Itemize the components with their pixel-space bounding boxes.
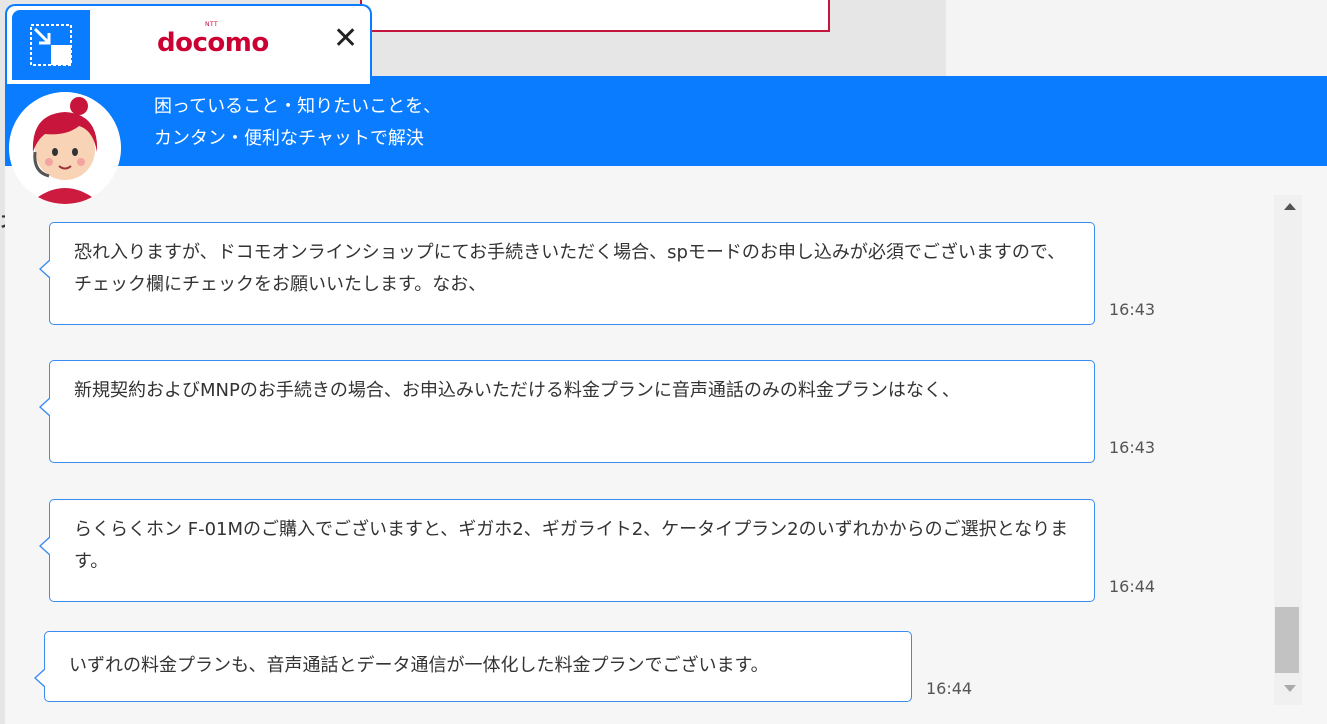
message-time-4: 16:44 [926, 679, 973, 698]
minimize-arrow-icon [30, 24, 72, 66]
minimize-button[interactable] [12, 10, 90, 80]
operator-avatar [9, 92, 121, 204]
message-text-2: 新規契約およびMNPのお手続きの場合、お申込みいただける料金プランに音声通話のみ… [74, 380, 960, 401]
chat-log[interactable]: 恐れ入りますが、ドコモオンラインショップにてお手続きいただく場合、spモードのお… [5, 166, 1327, 724]
chat-scrollbar[interactable] [1274, 195, 1302, 705]
message-text-3: らくらくホン F-01Mのご購入でございますと、ギガホ2、ギガライト2、ケータイ… [74, 519, 1069, 572]
message-text-4: いずれの料金プランも、音声通話とデータ通信が一体化した料金プランでございます。 [69, 655, 769, 676]
message-bubble-1: 恐れ入りますが、ドコモオンラインショップにてお手続きいただく場合、spモードのお… [39, 222, 1095, 325]
message-bubble-3: らくらくホン F-01Mのご購入でございますと、ギガホ2、ギガライト2、ケータイ… [39, 499, 1095, 602]
scroll-up-arrow[interactable] [1284, 203, 1296, 210]
chat-header: 困っていること・知りたいことを、 カンタン・便利なチャットで解決 [5, 76, 1327, 166]
chat-widget: 困っていること・知りたいことを、 カンタン・便利なチャットで解決 恐れ入りますが… [5, 76, 1327, 724]
message-bubble-2: 新規契約およびMNPのお手続きの場合、お申込みいただける料金プランに音声通話のみ… [39, 360, 1095, 463]
chat-tab: docomo NTT ✕ [5, 4, 372, 84]
header-line-2: カンタン・便利なチャットで解決 [154, 128, 424, 149]
message-bubble-4: いずれの料金プランも、音声通話とデータ通信が一体化した料金プランでございます。 [34, 631, 912, 702]
message-time-1: 16:43 [1109, 300, 1156, 319]
ntt-label: NTT [205, 21, 219, 28]
docomo-logo-text: docomo [157, 28, 269, 58]
message-text-1: 恐れ入りますが、ドコモオンラインショップにてお手続きいただく場合、spモードのお… [74, 242, 1066, 295]
close-button[interactable]: ✕ [333, 24, 358, 54]
header-line-1: 困っていること・知りたいことを、 [154, 96, 442, 117]
scroll-thumb[interactable] [1275, 607, 1299, 673]
operator-avatar-icon [9, 92, 121, 204]
message-time-2: 16:43 [1109, 438, 1156, 457]
message-time-3: 16:44 [1109, 577, 1156, 596]
background-red-box [360, 0, 830, 32]
scroll-down-arrow[interactable] [1284, 685, 1296, 692]
